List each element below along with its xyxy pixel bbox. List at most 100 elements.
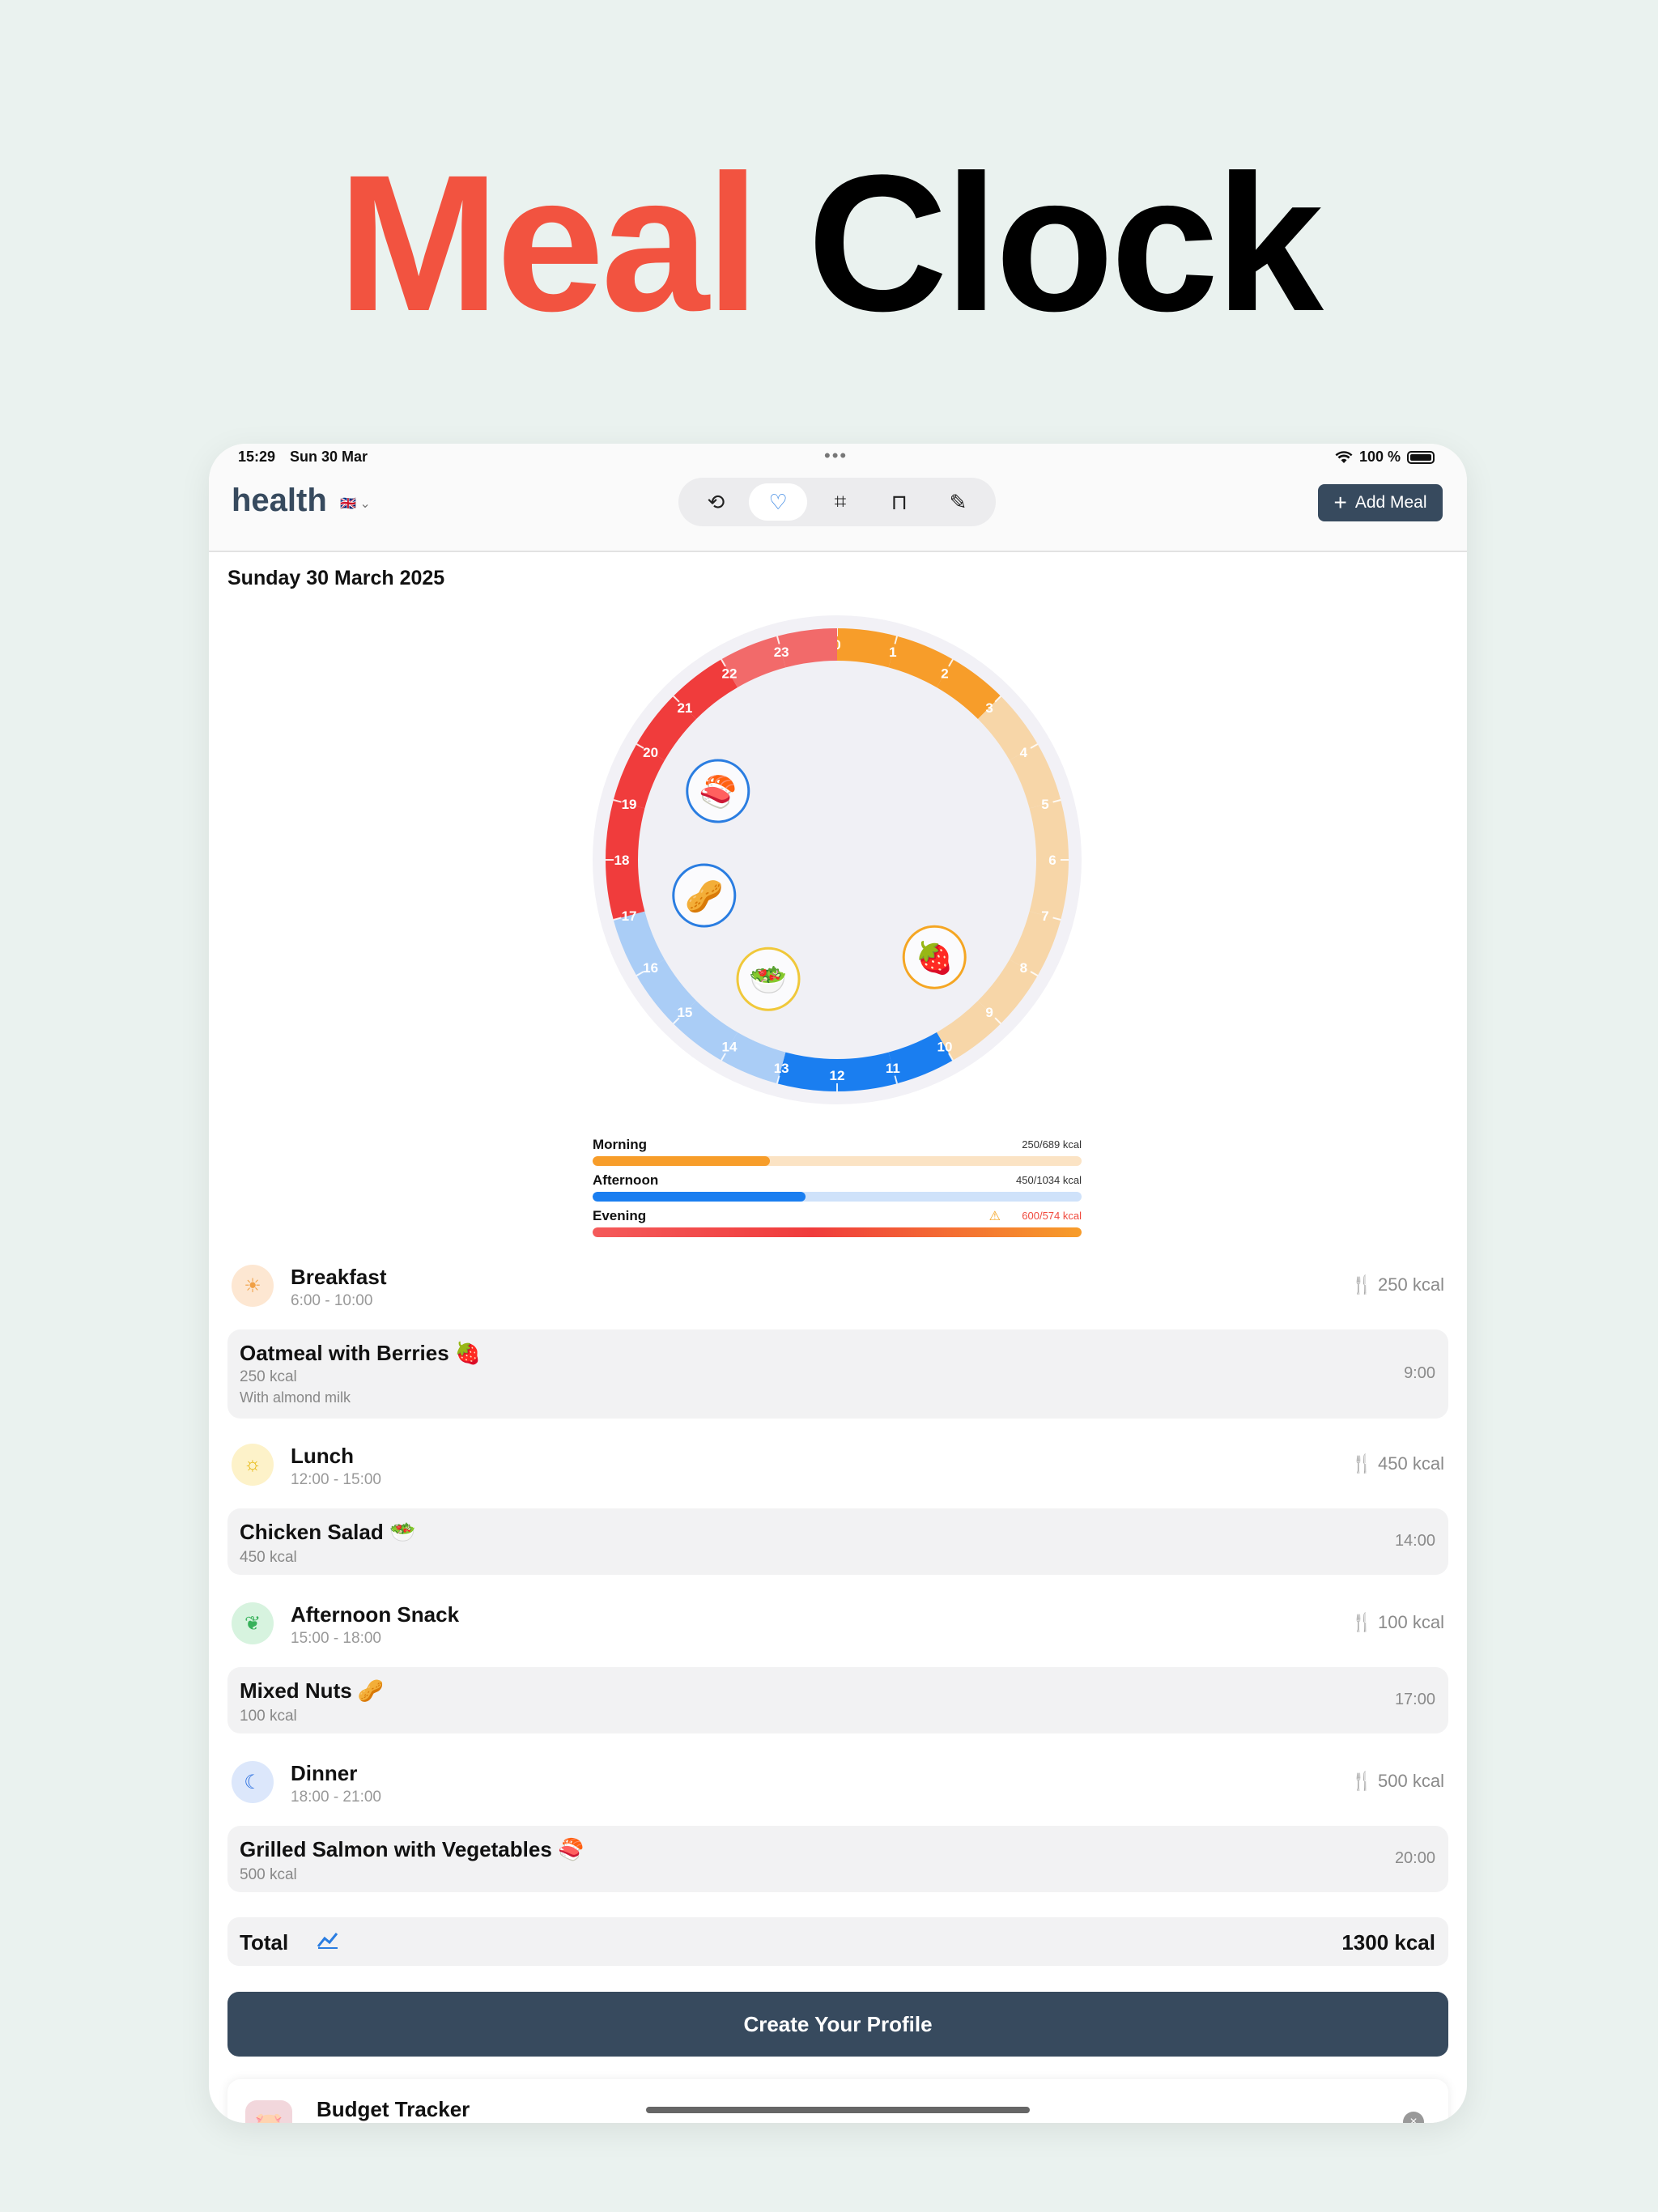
section-name: Afternoon Snack (291, 1602, 460, 1627)
clock-hour-label: 6 (1048, 853, 1056, 868)
meal-card[interactable]: Grilled Salmon with Vegetables 🍣 500 kcal… (227, 1826, 1448, 1892)
section-time: 6:00 - 10:00 (291, 1292, 373, 1309)
budget-tracker-card[interactable]: 🐷 Budget Tracker × (227, 2079, 1448, 2123)
piggy-bank-icon: 🐷 (245, 2100, 292, 2123)
progress-label: Afternoon (593, 1172, 659, 1188)
clock-hour-label: 23 (774, 644, 789, 660)
plus-icon: + (1333, 490, 1347, 515)
scan-icon[interactable]: ⌗ (814, 483, 866, 521)
scale-icon[interactable]: ⊓ (874, 483, 925, 521)
language-flag-icon[interactable]: 🇬🇧 ⌄ (340, 496, 371, 512)
section-time: 12:00 - 15:00 (291, 1471, 381, 1488)
tab-bar: ⟲ ♡ ⌗ ⊓ ✎ (678, 478, 996, 526)
history-icon[interactable]: ⟲ (690, 483, 742, 521)
strawberry-marker-emoji: 🍓 (916, 940, 954, 976)
meal-time: 20:00 (1394, 1849, 1435, 1867)
home-indicator[interactable] (646, 2107, 1030, 2113)
section-name: Dinner (291, 1761, 358, 1785)
carrot-icon[interactable]: ✎ (933, 483, 984, 521)
clock-hour-label: 19 (622, 797, 637, 812)
warning-icon: ⚠ (988, 1210, 1001, 1223)
clock-hour-label: 3 (985, 700, 993, 716)
section-kcal: 🍴 500 kcal (1350, 1771, 1444, 1791)
clock-hour-label: 1 (889, 644, 896, 660)
progress-track (593, 1156, 1082, 1166)
meal-period-icon: ☾ (232, 1761, 274, 1803)
date-heading: Sunday 30 March 2025 (227, 567, 445, 589)
clock-hour-label: 5 (1041, 797, 1048, 812)
ipad-screen: 15:29 Sun 30 Mar ••• 100 % health 🇬🇧 ⌄ ⟲… (209, 444, 1467, 2123)
clock-hour-label: 18 (614, 853, 630, 868)
meal-kcal: 450 kcal (240, 1549, 297, 1566)
clock-hour-label: 22 (722, 666, 738, 682)
clock-hour-label: 15 (677, 1005, 692, 1020)
headline-word-meal: Meal (338, 134, 760, 351)
meal-name: Mixed Nuts 🥜 (240, 1678, 385, 1703)
meal-section-afternoon-snack[interactable]: ❦ Afternoon Snack 15:00 - 18:00 🍴 100 kcal (232, 1601, 1444, 1649)
budget-tracker-title: Budget Tracker (317, 2097, 470, 2121)
battery-percent: 100 % (1358, 449, 1401, 465)
meal-card[interactable]: Mixed Nuts 🥜 100 kcal 17:00 (227, 1667, 1448, 1733)
meal-time: 14:00 (1394, 1532, 1435, 1550)
meal-time: 9:00 (1404, 1364, 1435, 1382)
meal-section-breakfast[interactable]: ☀ Breakfast 6:00 - 10:00 🍴 250 kcal (232, 1263, 1444, 1312)
meal-kcal: 250 kcal (240, 1368, 297, 1385)
section-kcal: 🍴 100 kcal (1350, 1612, 1444, 1632)
progress-row-evening: Evening ⚠ 600/574 kcal (593, 1205, 1082, 1240)
clock-hour-label: 12 (830, 1068, 845, 1083)
total-value: 1300 kcal (1341, 1930, 1435, 1955)
clock-face (638, 661, 1036, 1059)
salad-marker-emoji: 🥗 (749, 963, 787, 998)
clock-hour-label: 17 (622, 908, 637, 924)
meal-card[interactable]: Oatmeal with Berries 🍓 250 kcal With almon… (227, 1329, 1448, 1419)
meal-section-dinner[interactable]: ☾ Dinner 18:00 - 21:00 🍴 500 kcal (232, 1759, 1444, 1808)
chart-icon[interactable] (317, 1930, 339, 1955)
progress-value: 450/1034 kcal (1016, 1174, 1082, 1186)
section-time: 18:00 - 21:00 (291, 1789, 381, 1806)
heart-icon[interactable]: ♡ (749, 483, 808, 521)
section-time: 15:00 - 18:00 (291, 1630, 381, 1647)
create-profile-button[interactable]: Create Your Profile (227, 1992, 1448, 2057)
progress-row-afternoon: Afternoon 450/1034 kcal (593, 1169, 1082, 1205)
salmon-marker-emoji: 🍣 (699, 773, 737, 810)
meal-period-icon: ☀ (232, 1265, 274, 1307)
meal-card[interactable]: Chicken Salad 🥗 450 kcal 14:00 (227, 1508, 1448, 1575)
add-meal-label: Add Meal (1354, 493, 1427, 512)
progress-value: 250/689 kcal (1022, 1138, 1082, 1151)
total-label: Total (240, 1930, 289, 1955)
progress-label: Evening (593, 1208, 647, 1223)
battery-icon (1407, 450, 1435, 464)
progress-label: Morning (593, 1137, 648, 1152)
add-meal-button[interactable]: + Add Meal (1318, 484, 1443, 521)
meal-name: Chicken Salad 🥗 (240, 1520, 416, 1544)
meal-name: Oatmeal with Berries 🍓 (240, 1341, 482, 1365)
headline-word-clock: Clock (807, 134, 1324, 351)
section-kcal: 🍴 450 kcal (1350, 1453, 1444, 1474)
clock-hour-label: 2 (941, 666, 948, 682)
meal-section-lunch[interactable]: ☼ Lunch 12:00 - 15:00 🍴 450 kcal (232, 1442, 1444, 1491)
clock-hour-label: 9 (985, 1005, 993, 1020)
nuts-marker-emoji: 🥜 (685, 877, 723, 914)
progress-fill (593, 1192, 806, 1202)
section-name: Breakfast (291, 1265, 387, 1289)
total-row: Total 1300 kcal (227, 1917, 1448, 1966)
clock-hour-label: 7 (1041, 908, 1048, 924)
calorie-progress: Morning 250/689 kcal Afternoon 450/1034 kca… (593, 1134, 1082, 1240)
clock-hour-label: 10 (937, 1039, 953, 1054)
progress-track (593, 1192, 1082, 1202)
clock-hour-label: 16 (643, 960, 658, 976)
meal-clock: 01234567891011121314151617181920212223🍓🥗… (593, 615, 1082, 1104)
status-right: 100 % (1335, 449, 1435, 466)
meal-kcal: 100 kcal (240, 1708, 297, 1725)
meal-name: Grilled Salmon with Vegetables 🍣 (240, 1837, 585, 1861)
clock-hour-label: 20 (643, 745, 658, 760)
app-brand[interactable]: health (232, 483, 327, 519)
clock-hour-label: 21 (677, 700, 692, 716)
section-name: Lunch (291, 1444, 354, 1468)
meal-time: 17:00 (1394, 1691, 1435, 1708)
multitask-dots[interactable]: ••• (824, 445, 848, 466)
wifi-icon (1335, 450, 1353, 463)
meal-period-icon: ☼ (232, 1444, 274, 1486)
meal-period-icon: ❦ (232, 1602, 274, 1644)
close-icon[interactable]: × (1403, 2112, 1424, 2123)
